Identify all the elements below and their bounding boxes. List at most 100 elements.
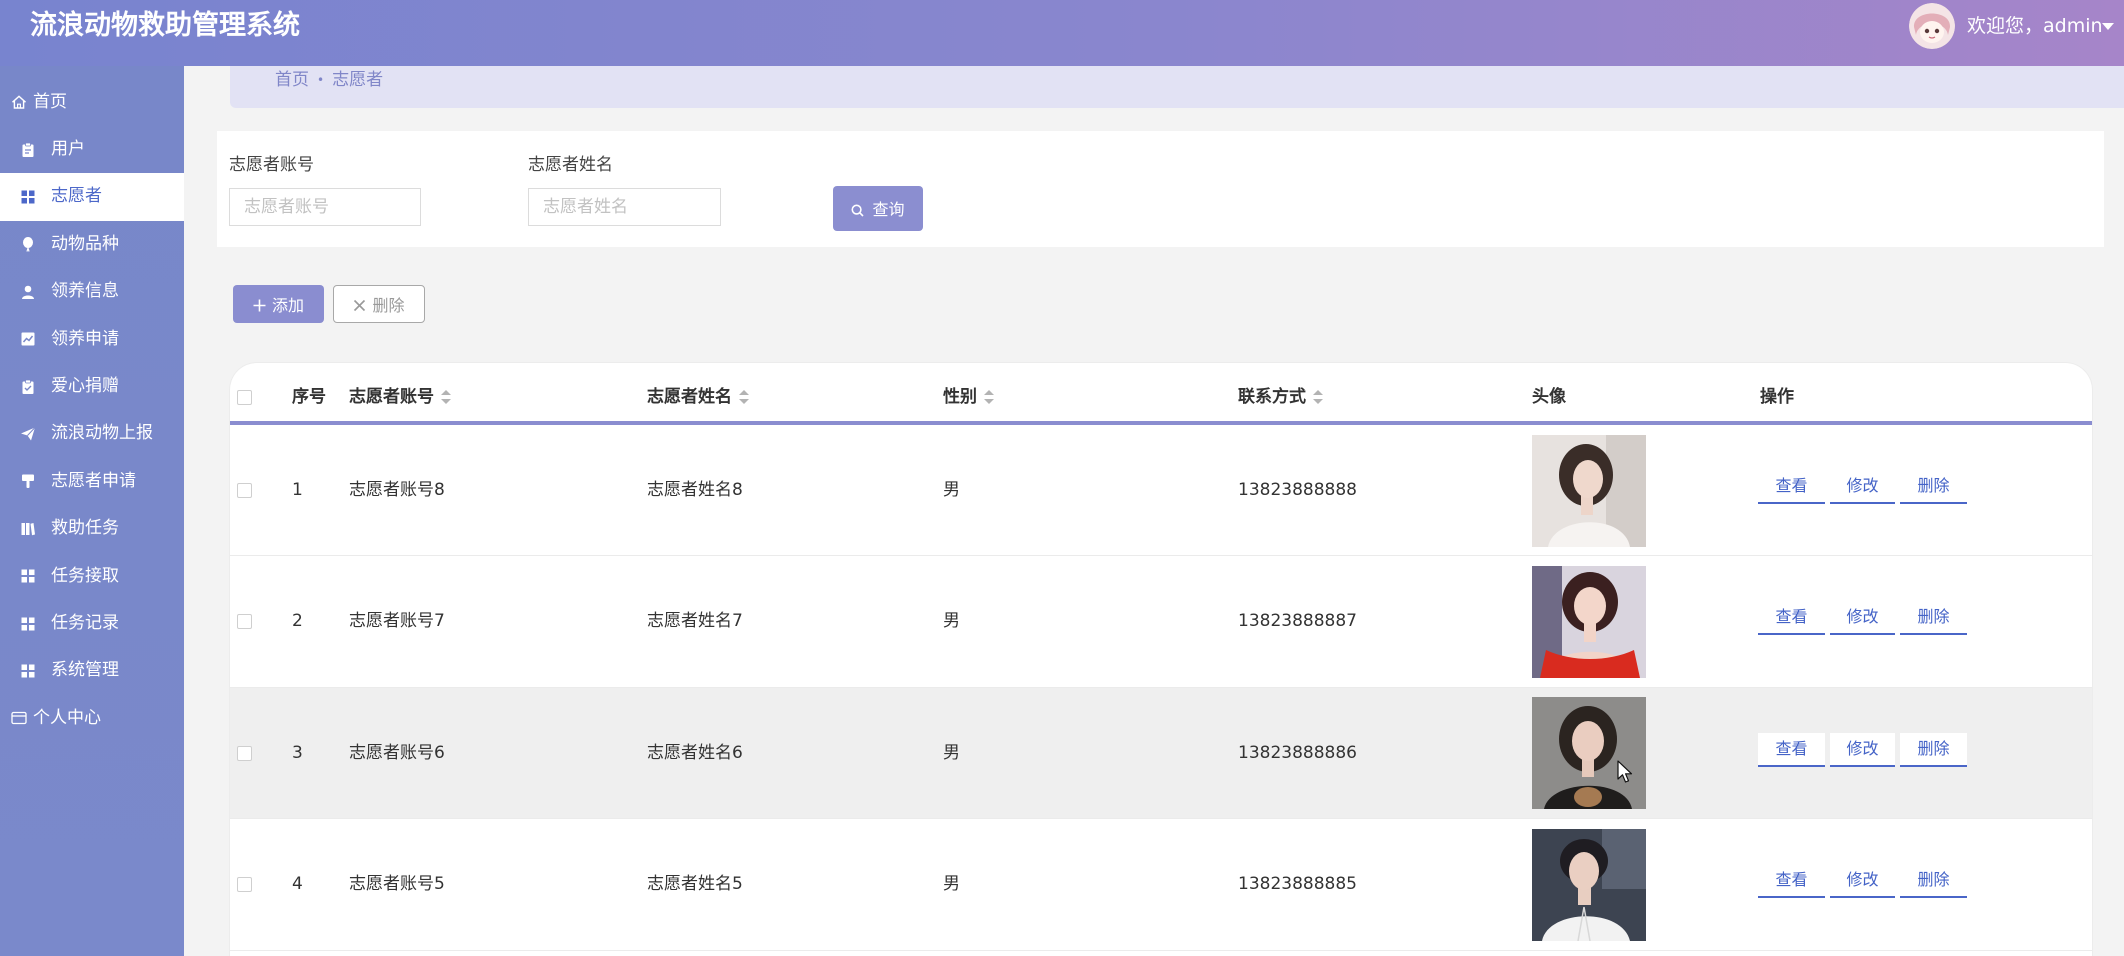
edit-button[interactable]: 修改 bbox=[1830, 601, 1895, 636]
sidebar-item-donations[interactable]: 爱心捐赠 bbox=[0, 363, 184, 410]
avatar-image bbox=[1532, 434, 1646, 547]
delete-button[interactable]: 删除 bbox=[1900, 470, 1967, 504]
edit-button[interactable]: 修改 bbox=[1830, 864, 1895, 899]
cell-phone: 13823888887 bbox=[1238, 611, 1357, 632]
sidebar-item-label: 领养申请 bbox=[51, 328, 119, 349]
grid-icon bbox=[20, 568, 36, 584]
sort-icon[interactable] bbox=[441, 390, 451, 404]
sidebar-item-task-accept[interactable]: 任务接取 bbox=[0, 553, 184, 600]
sidebar-item-volunteer-applications[interactable]: 志愿者申请 bbox=[0, 458, 184, 505]
sidebar-item-label: 流浪动物上报 bbox=[51, 423, 153, 444]
edit-button[interactable]: 修改 bbox=[1830, 470, 1895, 504]
delete-button[interactable]: 删除 bbox=[1900, 601, 1967, 636]
edit-button[interactable]: 修改 bbox=[1830, 732, 1895, 767]
select-all-checkbox[interactable] bbox=[237, 389, 252, 405]
sort-icon[interactable] bbox=[1313, 390, 1323, 404]
column-header-gender[interactable]: 性别 bbox=[943, 385, 994, 409]
avatar-image bbox=[1532, 828, 1646, 941]
row-checkbox[interactable] bbox=[237, 877, 252, 893]
sidebar-item-system-management[interactable]: 系统管理 bbox=[0, 647, 184, 694]
cell-account: 志愿者账号8 bbox=[349, 480, 445, 500]
volunteer-table: 序号 志愿者账号 志愿者姓名 性别 联系方式 头像 操作 1 志愿者账号8 志愿… bbox=[230, 363, 2092, 956]
delete-button-label: 删除 bbox=[372, 295, 405, 315]
cell-account: 志愿者账号6 bbox=[349, 742, 445, 763]
mouse-cursor-icon bbox=[1617, 760, 1633, 784]
sidebar-item-label: 志愿者申请 bbox=[51, 470, 136, 491]
grid-icon bbox=[20, 189, 36, 205]
sort-icon[interactable] bbox=[739, 390, 749, 404]
query-button-label: 查询 bbox=[872, 200, 905, 219]
cell-name: 志愿者姓名8 bbox=[647, 480, 743, 500]
view-button[interactable]: 查看 bbox=[1758, 864, 1825, 899]
welcome-text[interactable]: 欢迎您，admin bbox=[1967, 13, 2103, 39]
paper-plane-icon bbox=[20, 426, 36, 442]
close-icon bbox=[353, 297, 366, 312]
grid-icon bbox=[20, 663, 36, 679]
sidebar-item-animal-breeds[interactable]: 动物品种 bbox=[0, 221, 184, 268]
view-button[interactable]: 查看 bbox=[1758, 601, 1825, 636]
chart-icon bbox=[20, 331, 36, 347]
view-button[interactable]: 查看 bbox=[1758, 732, 1825, 767]
sidebar-item-volunteers[interactable]: 志愿者 bbox=[0, 173, 184, 221]
cell-phone: 13823888886 bbox=[1238, 742, 1357, 763]
app-title: 流浪动物救助管理系统 bbox=[30, 10, 300, 41]
table-row[interactable]: 2 志愿者账号7 志愿者姓名7 男 13823888887 查看 修改 删除 bbox=[230, 556, 2092, 688]
search-panel: 志愿者账号 志愿者姓名 查询 bbox=[217, 131, 2104, 247]
query-button[interactable]: 查询 bbox=[833, 185, 923, 231]
cell-name: 志愿者姓名6 bbox=[647, 742, 743, 763]
sidebar-item-adoption-requests[interactable]: 领养申请 bbox=[0, 316, 184, 363]
delete-button[interactable]: 删除 bbox=[1900, 732, 1967, 767]
cell-gender: 男 bbox=[943, 874, 960, 895]
account-search-input[interactable] bbox=[229, 188, 421, 226]
column-header-avatar: 头像 bbox=[1532, 387, 1566, 407]
table-row[interactable]: 4 志愿者账号5 志愿者姓名5 男 13823888885 查看 修改 删除 bbox=[230, 819, 2092, 951]
name-search-input[interactable] bbox=[528, 188, 721, 226]
view-button[interactable]: 查看 bbox=[1758, 470, 1825, 504]
sidebar: 首页 用户 志愿者 动物品种 领养信息 领养申请 爱心捐赠 流浪动物上报 志愿者… bbox=[0, 66, 184, 956]
column-header-index: 序号 bbox=[292, 387, 326, 407]
add-button[interactable]: 添加 bbox=[233, 284, 324, 323]
sidebar-item-users[interactable]: 用户 bbox=[0, 126, 184, 173]
column-header-name[interactable]: 志愿者姓名 bbox=[647, 385, 749, 409]
avatar-image bbox=[1532, 697, 1646, 810]
breadcrumb-home[interactable]: 首页 bbox=[275, 70, 309, 90]
sidebar-item-adoption-info[interactable]: 领养信息 bbox=[0, 268, 184, 315]
column-header-phone[interactable]: 联系方式 bbox=[1238, 385, 1323, 409]
cell-name: 志愿者姓名7 bbox=[647, 611, 743, 632]
cell-index: 2 bbox=[292, 611, 303, 632]
clipboard-check-icon bbox=[20, 379, 36, 395]
table-row[interactable]: 1 志愿者账号8 志愿者姓名8 男 13823888888 查看 修改 删除 bbox=[230, 425, 2092, 557]
add-button-label: 添加 bbox=[271, 295, 304, 315]
sort-icon[interactable] bbox=[984, 390, 994, 404]
avatar-image bbox=[1532, 566, 1646, 679]
sidebar-item-label: 系统管理 bbox=[51, 660, 119, 681]
grid-icon bbox=[20, 616, 36, 632]
row-checkbox[interactable] bbox=[237, 614, 252, 630]
sidebar-item-stray-report[interactable]: 流浪动物上报 bbox=[0, 410, 184, 457]
cell-phone: 13823888885 bbox=[1238, 874, 1357, 895]
column-header-account[interactable]: 志愿者账号 bbox=[349, 385, 451, 409]
sidebar-item-task-records[interactable]: 任务记录 bbox=[0, 600, 184, 647]
top-header: 流浪动物救助管理系统 欢迎您，admin bbox=[0, 0, 2124, 66]
row-checkbox[interactable] bbox=[237, 745, 252, 761]
cell-index: 1 bbox=[292, 480, 303, 500]
sidebar-item-home[interactable]: 首页 bbox=[0, 79, 184, 126]
table-row[interactable]: 3 志愿者账号6 志愿者姓名6 男 13823888886 查看 修改 删除 bbox=[230, 687, 2092, 820]
sidebar-item-label: 任务记录 bbox=[51, 612, 119, 633]
sidebar-item-profile[interactable]: 个人中心 bbox=[0, 695, 184, 742]
search-icon bbox=[851, 202, 865, 217]
delete-button[interactable]: 删除 bbox=[1900, 864, 1967, 899]
batch-delete-button[interactable]: 删除 bbox=[333, 284, 425, 323]
cell-index: 4 bbox=[292, 874, 303, 895]
sidebar-item-rescue-tasks[interactable]: 救助任务 bbox=[0, 505, 184, 552]
user-avatar[interactable] bbox=[1909, 3, 1955, 49]
column-header-actions: 操作 bbox=[1760, 387, 1794, 407]
name-label: 志愿者姓名 bbox=[528, 155, 613, 175]
sidebar-item-label: 爱心捐赠 bbox=[51, 375, 119, 396]
cell-gender: 男 bbox=[943, 742, 960, 763]
home-icon bbox=[11, 94, 27, 110]
row-checkbox[interactable] bbox=[237, 483, 252, 498]
caret-down-icon[interactable] bbox=[2102, 23, 2114, 30]
balloon-icon bbox=[20, 236, 36, 253]
sidebar-item-label: 用户 bbox=[51, 138, 85, 159]
